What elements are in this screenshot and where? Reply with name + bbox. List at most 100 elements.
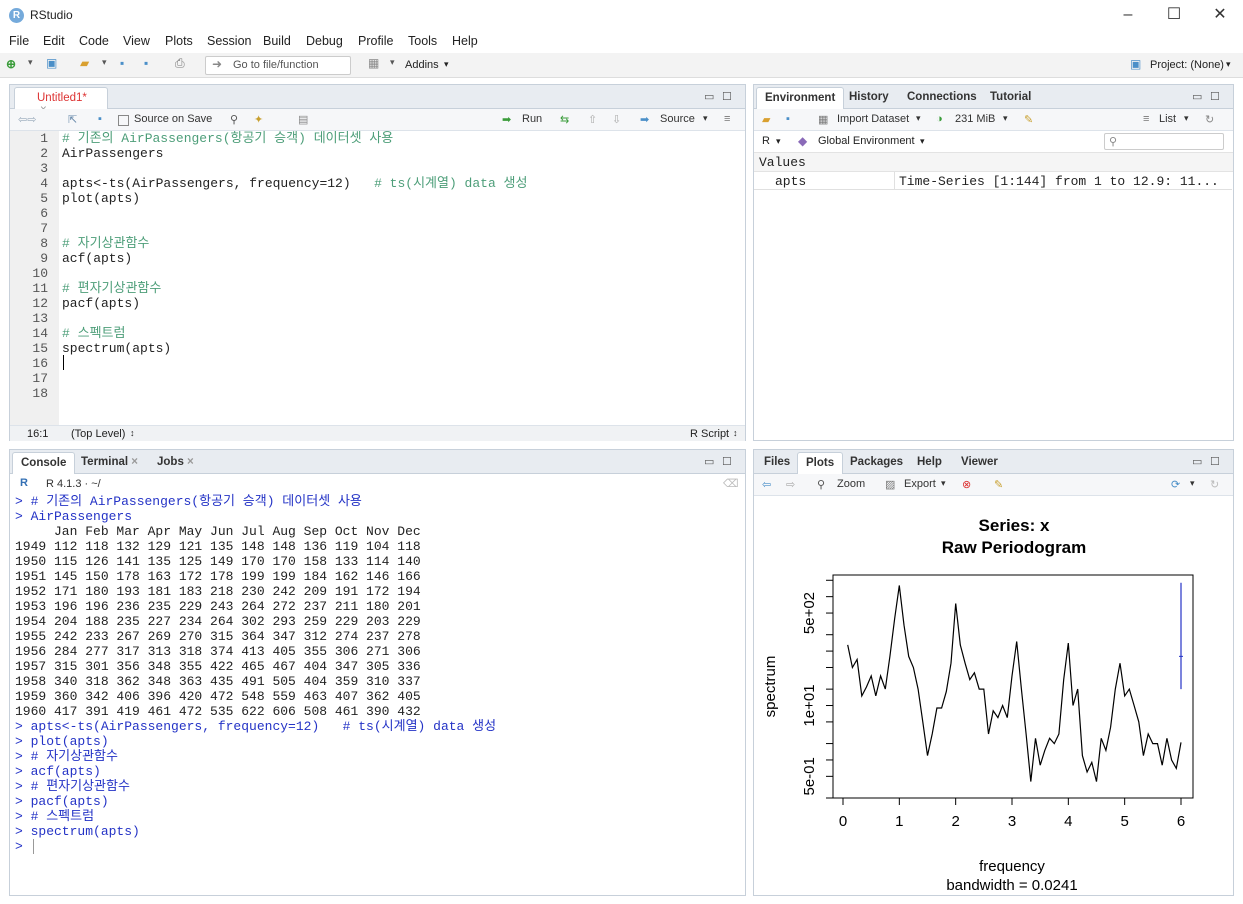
maximize-pane-icon[interactable]: ☐	[722, 90, 732, 103]
environment-search-input[interactable]: ⚲	[1104, 133, 1224, 150]
tab-terminal[interactable]: Terminal ×	[73, 452, 146, 474]
maximize-pane-icon[interactable]: ☐	[722, 455, 732, 468]
tab-history[interactable]: History	[841, 87, 897, 109]
up-arrow-icon[interactable]: ⇧	[588, 113, 597, 126]
load-workspace-icon[interactable]: ▰	[762, 113, 770, 126]
menu-help[interactable]: Help	[452, 34, 478, 48]
menu-view[interactable]: View	[123, 34, 150, 48]
menu-profile[interactable]: Profile	[358, 34, 393, 48]
tab-files[interactable]: Files	[756, 452, 798, 474]
list-view-menu[interactable]: List	[1159, 113, 1176, 125]
tab-plots[interactable]: Plots	[797, 452, 844, 474]
tab-jobs[interactable]: Jobs ×	[149, 452, 202, 474]
search-icon[interactable]: ⚲	[230, 113, 238, 126]
chevron-down-icon[interactable]: ▾	[444, 59, 449, 70]
goto-file-input[interactable]: Go to file/function	[205, 56, 351, 75]
source-button[interactable]: Source	[660, 113, 695, 125]
remove-plot-icon[interactable]: ⊗	[962, 478, 971, 491]
previous-plot-icon[interactable]: ⇦	[762, 478, 771, 491]
close-tab-icon[interactable]: ×	[131, 456, 138, 468]
menu-code[interactable]: Code	[79, 34, 109, 48]
outline-icon[interactable]: ≡	[724, 113, 730, 125]
minimize-pane-icon[interactable]: ▭	[1192, 455, 1202, 468]
close-window-button[interactable]: ✕	[1197, 4, 1243, 26]
tab-console[interactable]: Console	[12, 452, 76, 474]
tab-environment[interactable]: Environment	[756, 87, 845, 109]
chevron-down-icon[interactable]: ▾	[1226, 59, 1231, 70]
clear-console-icon[interactable]: ⌫	[723, 477, 739, 490]
back-arrow-icon[interactable]: ⇦⇨	[18, 113, 36, 126]
show-in-window-icon[interactable]: ⇱	[68, 113, 77, 126]
new-file-icon[interactable]: ⊕	[6, 57, 16, 71]
maximize-pane-icon[interactable]: ☐	[1210, 455, 1220, 468]
updown-icon[interactable]: ↕	[130, 428, 135, 438]
menu-tools[interactable]: Tools	[408, 34, 437, 48]
chevron-down-icon[interactable]: ▾	[916, 113, 921, 124]
open-folder-icon[interactable]: ▰	[80, 56, 89, 70]
wand-icon[interactable]: ✦	[254, 113, 263, 126]
chevron-down-icon[interactable]: ▾	[390, 57, 395, 68]
publish-icon[interactable]: ⟳	[1171, 478, 1180, 491]
environment-row-apts[interactable]: apts Time-Series [1:144] from 1 to 12.9:…	[754, 172, 1232, 190]
menu-plots[interactable]: Plots	[165, 34, 193, 48]
menu-edit[interactable]: Edit	[43, 34, 65, 48]
export-button[interactable]: Export	[904, 478, 936, 490]
minimize-pane-icon[interactable]: ▭	[1192, 90, 1202, 103]
memory-usage[interactable]: 231 MiB	[955, 113, 995, 125]
file-type[interactable]: R Script	[690, 428, 729, 440]
zoom-button[interactable]: Zoom	[837, 478, 865, 490]
run-button[interactable]: Run	[522, 113, 542, 125]
chevron-down-icon[interactable]: ▾	[28, 57, 33, 68]
tab-tutorial[interactable]: Tutorial	[982, 87, 1039, 109]
maximize-pane-icon[interactable]: ☐	[1210, 90, 1220, 103]
save-workspace-icon[interactable]: ▪	[786, 113, 790, 125]
tab-untitled1[interactable]: Untitled1* ×	[14, 87, 108, 116]
save-icon[interactable]: ▪	[120, 56, 124, 70]
chevron-down-icon[interactable]: ▾	[920, 136, 925, 147]
menu-session[interactable]: Session	[207, 34, 251, 48]
save-icon[interactable]: ▪	[98, 113, 102, 125]
values-header[interactable]: Values	[754, 153, 1233, 172]
language-selector[interactable]: R	[762, 135, 770, 147]
global-environment-selector[interactable]: Global Environment	[818, 135, 915, 147]
save-all-icon[interactable]: ▪	[144, 56, 148, 70]
tab-help[interactable]: Help	[909, 452, 950, 474]
refresh-icon[interactable]: ↻	[1205, 113, 1214, 126]
next-plot-icon[interactable]: ⇨	[786, 478, 795, 491]
minimize-button[interactable]: –	[1105, 4, 1151, 26]
code-area[interactable]: # 기존의 AirPassengers(항공기 승객) 데이터셋 사용 AirPa…	[59, 131, 745, 425]
rerun-icon[interactable]: ⇆	[560, 113, 569, 126]
broom-icon[interactable]: ✎	[1024, 113, 1033, 126]
new-project-icon[interactable]: ▣	[46, 56, 57, 70]
chevron-down-icon[interactable]: ▾	[941, 478, 946, 489]
maximize-button[interactable]: ☐	[1151, 4, 1197, 26]
tab-packages[interactable]: Packages	[842, 452, 911, 474]
updown-icon[interactable]: ↕	[733, 428, 738, 438]
broom-icon[interactable]: ✎	[994, 478, 1003, 491]
refresh-icon[interactable]: ↻	[1210, 478, 1219, 491]
chevron-down-icon[interactable]: ▾	[1003, 113, 1008, 124]
tab-connections[interactable]: Connections	[899, 87, 985, 109]
import-dataset-button[interactable]: Import Dataset	[837, 113, 909, 125]
chevron-down-icon[interactable]: ▾	[703, 113, 708, 124]
minimize-pane-icon[interactable]: ▭	[704, 455, 714, 468]
addins-menu[interactable]: Addins	[405, 59, 439, 71]
menu-debug[interactable]: Debug	[306, 34, 343, 48]
chevron-down-icon[interactable]: ▾	[102, 57, 107, 68]
menu-file[interactable]: File	[9, 34, 29, 48]
menu-build[interactable]: Build	[263, 34, 291, 48]
compile-report-icon[interactable]: ▤	[298, 113, 308, 126]
chevron-down-icon[interactable]: ▾	[776, 136, 781, 147]
project-menu[interactable]: Project: (None)	[1150, 59, 1224, 71]
chevron-down-icon[interactable]: ▾	[1184, 113, 1189, 124]
tab-viewer[interactable]: Viewer	[953, 452, 1006, 474]
grid-layout-icon[interactable]: ▦	[368, 56, 379, 70]
source-on-save-checkbox[interactable]	[118, 115, 129, 126]
scope-indicator[interactable]: (Top Level)	[71, 428, 125, 440]
chevron-down-icon[interactable]: ▾	[1190, 478, 1195, 489]
close-tab-icon[interactable]: ×	[187, 456, 194, 468]
console-output[interactable]: > # 기존의 AirPassengers(항공기 승객) 데이터셋 사용 > A…	[10, 494, 745, 894]
minimize-pane-icon[interactable]: ▭	[704, 90, 714, 103]
down-arrow-icon[interactable]: ⇩	[612, 113, 621, 126]
print-icon[interactable]: ⎙	[175, 56, 185, 71]
